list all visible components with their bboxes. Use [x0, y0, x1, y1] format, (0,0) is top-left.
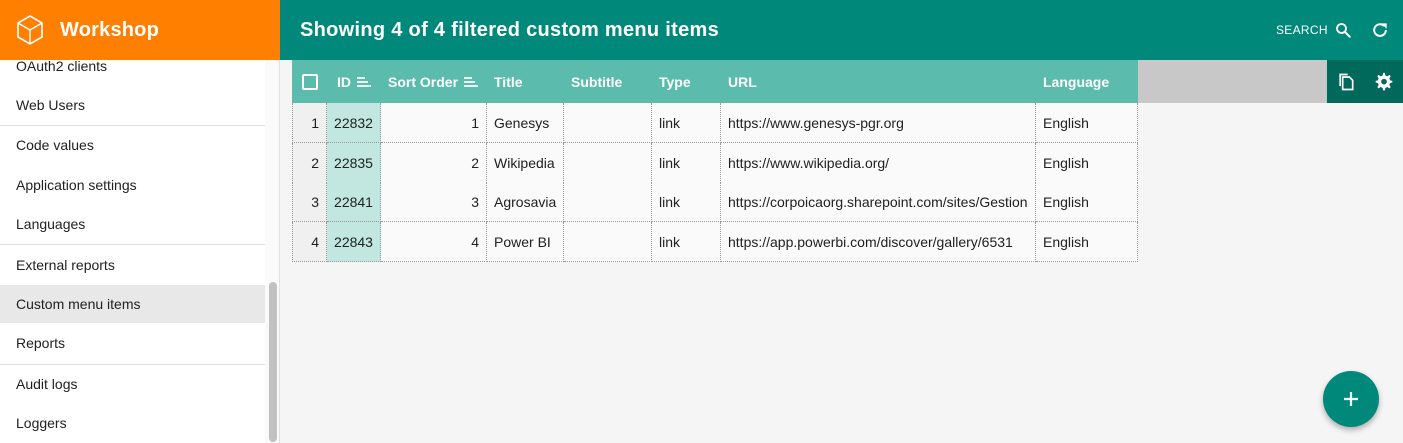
column-header-language[interactable]: Language [1036, 60, 1138, 103]
cell-language[interactable]: English [1036, 143, 1138, 183]
refresh-icon[interactable] [1370, 20, 1390, 40]
cell-type[interactable]: link [652, 143, 721, 183]
cell-type[interactable]: link [652, 182, 721, 222]
header-filler [1138, 60, 1327, 103]
sidebar-item-code-values[interactable]: Code values [0, 126, 265, 164]
cell-url-text: https://www.genesys-pgr.org [728, 114, 904, 131]
table-header: ID Sort Order Title Subtitle Type URL La… [292, 60, 1138, 103]
sidebar-item-languages[interactable]: Languages [0, 205, 265, 243]
column-label: Sort Order [388, 73, 459, 90]
search-icon [1335, 23, 1351, 38]
sidebar-scroll-thumb[interactable] [269, 282, 277, 442]
cell-subtitle[interactable] [564, 143, 652, 183]
table-tools [1327, 60, 1403, 103]
sidebar-item-oauth2-clients[interactable]: OAuth2 clients [0, 60, 265, 85]
cell-sort-order[interactable]: 3 [381, 182, 487, 222]
cell-language[interactable]: English [1036, 222, 1138, 262]
column-header-type[interactable]: Type [652, 60, 721, 103]
settings-button[interactable] [1365, 60, 1403, 103]
sidebar-item-audit-logs[interactable]: Audit logs [0, 365, 265, 403]
cell-sort-order[interactable]: 2 [381, 143, 487, 183]
cell-title[interactable]: Wikipedia [487, 143, 564, 183]
cell-url[interactable]: https://app.powerbi.com/discover/gallery… [721, 222, 1036, 262]
page-title: Showing 4 of 4 filtered custom menu item… [300, 18, 720, 41]
gear-icon [1375, 72, 1393, 90]
sort-icon [357, 76, 371, 87]
cell-title[interactable]: Genesys [487, 103, 564, 143]
table-row[interactable]: 4 22843 4 Power BI link https://app.powe… [292, 222, 1138, 262]
cell-url-text: https://www.wikipedia.org/ [728, 154, 890, 171]
cell-id[interactable]: 22835 [327, 143, 381, 183]
cell-title[interactable]: Power BI [487, 222, 564, 262]
cell-url-text: https://app.powerbi.com/discover/gallery… [728, 233, 1013, 250]
row-number: 2 [292, 143, 327, 183]
app-title: Workshop [60, 18, 160, 41]
select-all-checkbox[interactable] [302, 74, 318, 90]
sidebar-divider [0, 244, 265, 245]
column-header-url[interactable]: URL [721, 60, 1036, 103]
sidebar-item-loggers[interactable]: Loggers [0, 404, 265, 442]
cell-sort-order[interactable]: 4 [381, 222, 487, 262]
row-number: 1 [292, 103, 327, 143]
cell-url[interactable]: https://www.genesys-pgr.org [721, 103, 1036, 143]
column-header-sort-order[interactable]: Sort Order [381, 60, 487, 103]
copy-icon [1339, 73, 1354, 90]
column-header-subtitle[interactable]: Subtitle [564, 60, 652, 103]
sidebar-item-reports[interactable]: Reports [0, 324, 265, 362]
cell-url-text: https://corpoicaorg.sharepoint.com/sites… [728, 193, 1028, 210]
table-row[interactable]: 2 22835 2 Wikipedia link https://www.wik… [292, 143, 1138, 183]
copy-button[interactable] [1327, 60, 1365, 103]
column-label: ID [337, 73, 351, 90]
app-brand[interactable]: Workshop [0, 0, 280, 60]
sort-icon [464, 76, 479, 87]
sidebar-item-application-settings[interactable]: Application settings [0, 166, 265, 204]
plus-icon [1344, 392, 1358, 406]
cell-id[interactable]: 22843 [327, 222, 381, 262]
cell-subtitle[interactable] [564, 103, 652, 143]
row-number: 4 [292, 222, 327, 262]
table-row[interactable]: 1 22832 1 Genesys link https://www.genes… [292, 103, 1138, 143]
sidebar-item-custom-menu-items[interactable]: Custom menu items [0, 285, 265, 323]
top-bar: Showing 4 of 4 filtered custom menu item… [280, 0, 1403, 60]
row-number: 3 [292, 182, 327, 222]
cell-type[interactable]: link [652, 222, 721, 262]
cell-url[interactable]: https://www.wikipedia.org/ [721, 143, 1036, 183]
sidebar: OAuth2 clients Web Users Code values App… [0, 60, 280, 443]
column-header-title[interactable]: Title [487, 60, 564, 103]
cell-title[interactable]: Agrosavia [487, 182, 564, 222]
search-button[interactable]: SEARCH [1276, 18, 1352, 42]
cell-subtitle[interactable] [564, 222, 652, 262]
cell-type[interactable]: link [652, 103, 721, 143]
cell-id[interactable]: 22832 [327, 103, 381, 143]
cell-subtitle[interactable] [564, 182, 652, 222]
sidebar-item-external-reports[interactable]: External reports [0, 246, 265, 284]
add-item-button[interactable] [1323, 371, 1379, 427]
workshop-logo-icon [17, 15, 43, 45]
cell-language[interactable]: English [1036, 182, 1138, 222]
cell-url[interactable]: https://corpoicaorg.sharepoint.com/sites… [721, 182, 1036, 222]
search-label: SEARCH [1276, 23, 1328, 37]
sidebar-item-web-users[interactable]: Web Users [0, 86, 265, 124]
cell-language[interactable]: English [1036, 103, 1138, 143]
column-header-id[interactable]: ID [330, 60, 382, 103]
cell-id[interactable]: 22841 [327, 182, 381, 222]
cell-sort-order[interactable]: 1 [381, 103, 487, 143]
table-row[interactable]: 3 22841 3 Agrosavia link https://corpoic… [292, 182, 1138, 222]
